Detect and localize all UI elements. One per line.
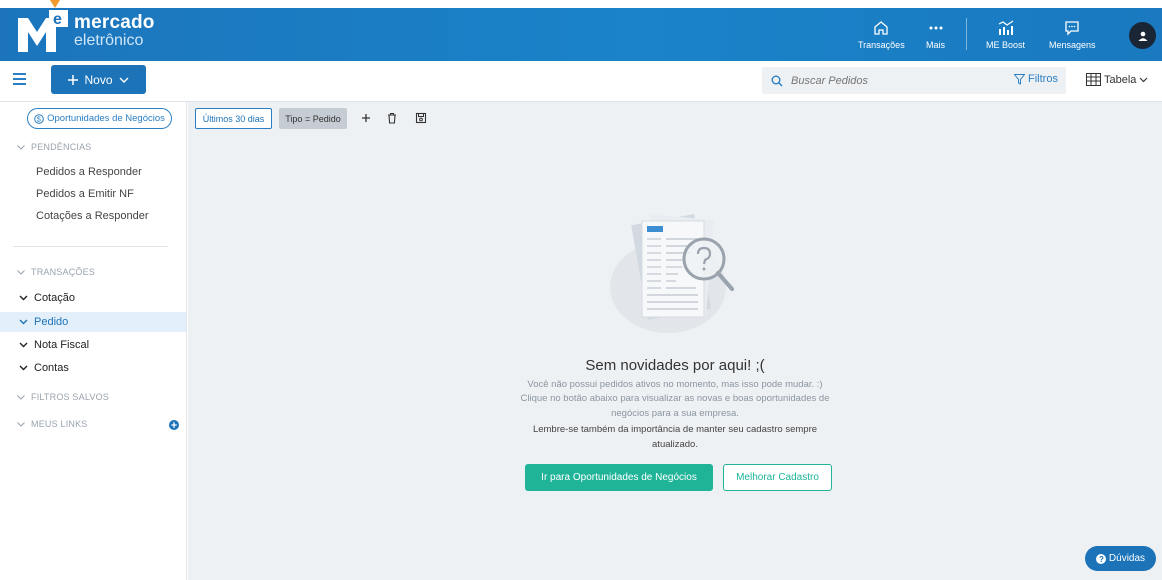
sidebar-item-label: Pedido xyxy=(34,316,69,328)
trash-icon[interactable] xyxy=(385,111,399,125)
sidebar-item-contas[interactable]: Contas xyxy=(0,358,186,378)
add-link-icon[interactable] xyxy=(169,420,179,430)
sidebar-item-pedido[interactable]: Pedido xyxy=(0,312,186,332)
tabela-view-selector[interactable]: Tabela xyxy=(1086,73,1148,86)
filter-icon xyxy=(1014,73,1025,85)
help-label: Dúvidas xyxy=(1108,553,1146,564)
nav-mensagens[interactable]: Mensagens xyxy=(1049,8,1096,61)
empty-state-illustration xyxy=(610,214,734,333)
brand-name-line1: mercado xyxy=(74,12,155,33)
sidebar: $ Oportunidades de Negócios PENDÊNCIAS P… xyxy=(0,102,187,580)
nav-mensagens-label: Mensagens xyxy=(1049,39,1096,50)
nav-me-boost[interactable]: ME Boost xyxy=(986,8,1025,61)
section-filtros-salvos-title: FILTROS SALVOS xyxy=(31,392,109,402)
novo-label: Novo xyxy=(84,72,113,87)
novo-button[interactable]: Novo xyxy=(51,65,146,94)
message-icon xyxy=(1065,20,1079,36)
logo-letter: e xyxy=(53,11,62,28)
empty-state-line-2: Clique no botão abaixo para visualizar a… xyxy=(520,393,830,404)
table-icon xyxy=(1086,73,1101,86)
filter-chip-period[interactable]: Últimos 30 dias xyxy=(195,108,272,129)
sidebar-item-label: Nota Fiscal xyxy=(34,339,90,351)
chevron-down-icon xyxy=(19,295,28,301)
brand-logo[interactable]: e mercado eletrônico xyxy=(18,10,155,52)
empty-state-line-1: Você não possui pedidos ativos no moment… xyxy=(527,379,823,390)
sidebar-item-label: Cotação xyxy=(34,292,75,304)
empty-state-title: Sem novidades por aqui! ;( xyxy=(585,357,765,374)
oportunidades-label: Oportunidades de Negócios xyxy=(47,113,165,124)
nav-me-boost-label: ME Boost xyxy=(986,39,1026,50)
chevron-down-icon xyxy=(17,421,25,427)
nav-mais[interactable]: Mais xyxy=(926,8,945,61)
home-icon xyxy=(874,20,888,35)
top-strip xyxy=(0,0,1162,8)
empty-state-line-3: negócios para a sua empresa. xyxy=(611,408,739,419)
section-transacoes-title: TRANSAÇÕES xyxy=(31,267,96,277)
toolbar: Novo Filtros Tabela xyxy=(0,61,1162,102)
menu-icon[interactable] xyxy=(13,73,26,85)
sidebar-item-pedidos-a-emitir-nf[interactable]: Pedidos a Emitir NF xyxy=(36,188,134,200)
chevron-down-icon xyxy=(1139,77,1148,82)
section-pendencias[interactable]: PENDÊNCIAS xyxy=(17,142,92,152)
oportunidades-button[interactable]: $ Oportunidades de Negócios xyxy=(27,108,172,129)
sidebar-item-cotacao[interactable]: Cotação xyxy=(0,288,186,308)
question-circle-icon: ? xyxy=(1095,553,1106,564)
chevron-down-icon xyxy=(19,342,28,348)
nav-transacoes[interactable]: Transações xyxy=(858,8,905,61)
sidebar-item-pedidos-a-responder[interactable]: Pedidos a Responder xyxy=(36,166,142,178)
search-input[interactable] xyxy=(791,74,991,87)
svg-text:$: $ xyxy=(37,116,41,123)
search-icon xyxy=(771,75,783,87)
sidebar-item-cotacoes-a-responder[interactable]: Cotações a Responder xyxy=(36,210,149,222)
sidebar-divider xyxy=(13,246,168,247)
nav-transacoes-label: Transações xyxy=(858,39,905,50)
section-transacoes[interactable]: TRANSAÇÕES xyxy=(17,267,95,277)
main-content: Últimos 30 dias Tipo = Pedido Sem novida… xyxy=(188,102,1162,580)
logo-mark: e xyxy=(18,10,68,52)
more-dots-icon xyxy=(929,26,942,29)
boost-chart-icon xyxy=(998,20,1013,35)
section-meus-links[interactable]: MEUS LINKS xyxy=(17,419,88,429)
filter-chip-tipo[interactable]: Tipo = Pedido xyxy=(279,108,347,129)
chevron-down-icon xyxy=(17,144,25,150)
chevron-down-icon xyxy=(119,77,128,83)
filtros-button[interactable]: Filtros xyxy=(1014,73,1058,85)
svg-text:?: ? xyxy=(1099,555,1104,564)
chevron-down-icon xyxy=(19,319,28,325)
nav-mais-label: Mais xyxy=(926,39,946,50)
dollar-circle-icon: $ xyxy=(34,113,44,124)
add-filter-icon[interactable] xyxy=(359,111,373,125)
nav-separator xyxy=(966,18,967,50)
filtros-label: Filtros xyxy=(1028,73,1058,85)
chevron-down-icon xyxy=(19,365,28,371)
user-icon xyxy=(1138,31,1147,41)
tabela-label: Tabela xyxy=(1104,73,1137,86)
user-avatar[interactable] xyxy=(1129,22,1156,49)
notification-pin-icon xyxy=(50,0,60,8)
go-to-opportunities-button[interactable]: Ir para Oportunidades de Negócios xyxy=(525,464,713,491)
chevron-down-icon xyxy=(17,269,25,275)
section-pendencias-title: PENDÊNCIAS xyxy=(31,142,92,152)
help-button[interactable]: ? Dúvidas xyxy=(1085,546,1156,571)
empty-state-line-5: atualizado. xyxy=(652,439,698,450)
improve-registration-button[interactable]: Melhorar Cadastro xyxy=(723,464,832,491)
empty-state-line-4: Lembre-se também da importância de mante… xyxy=(532,424,818,435)
chevron-down-icon xyxy=(17,394,25,400)
sidebar-item-label: Contas xyxy=(34,362,69,374)
plus-icon xyxy=(68,74,79,85)
save-filter-icon[interactable] xyxy=(414,111,428,125)
sidebar-item-nota-fiscal[interactable]: Nota Fiscal xyxy=(0,335,186,355)
brand-name-line2: eletrônico xyxy=(74,32,144,49)
section-meus-links-title: MEUS LINKS xyxy=(31,419,88,429)
section-filtros-salvos[interactable]: FILTROS SALVOS xyxy=(17,392,109,402)
